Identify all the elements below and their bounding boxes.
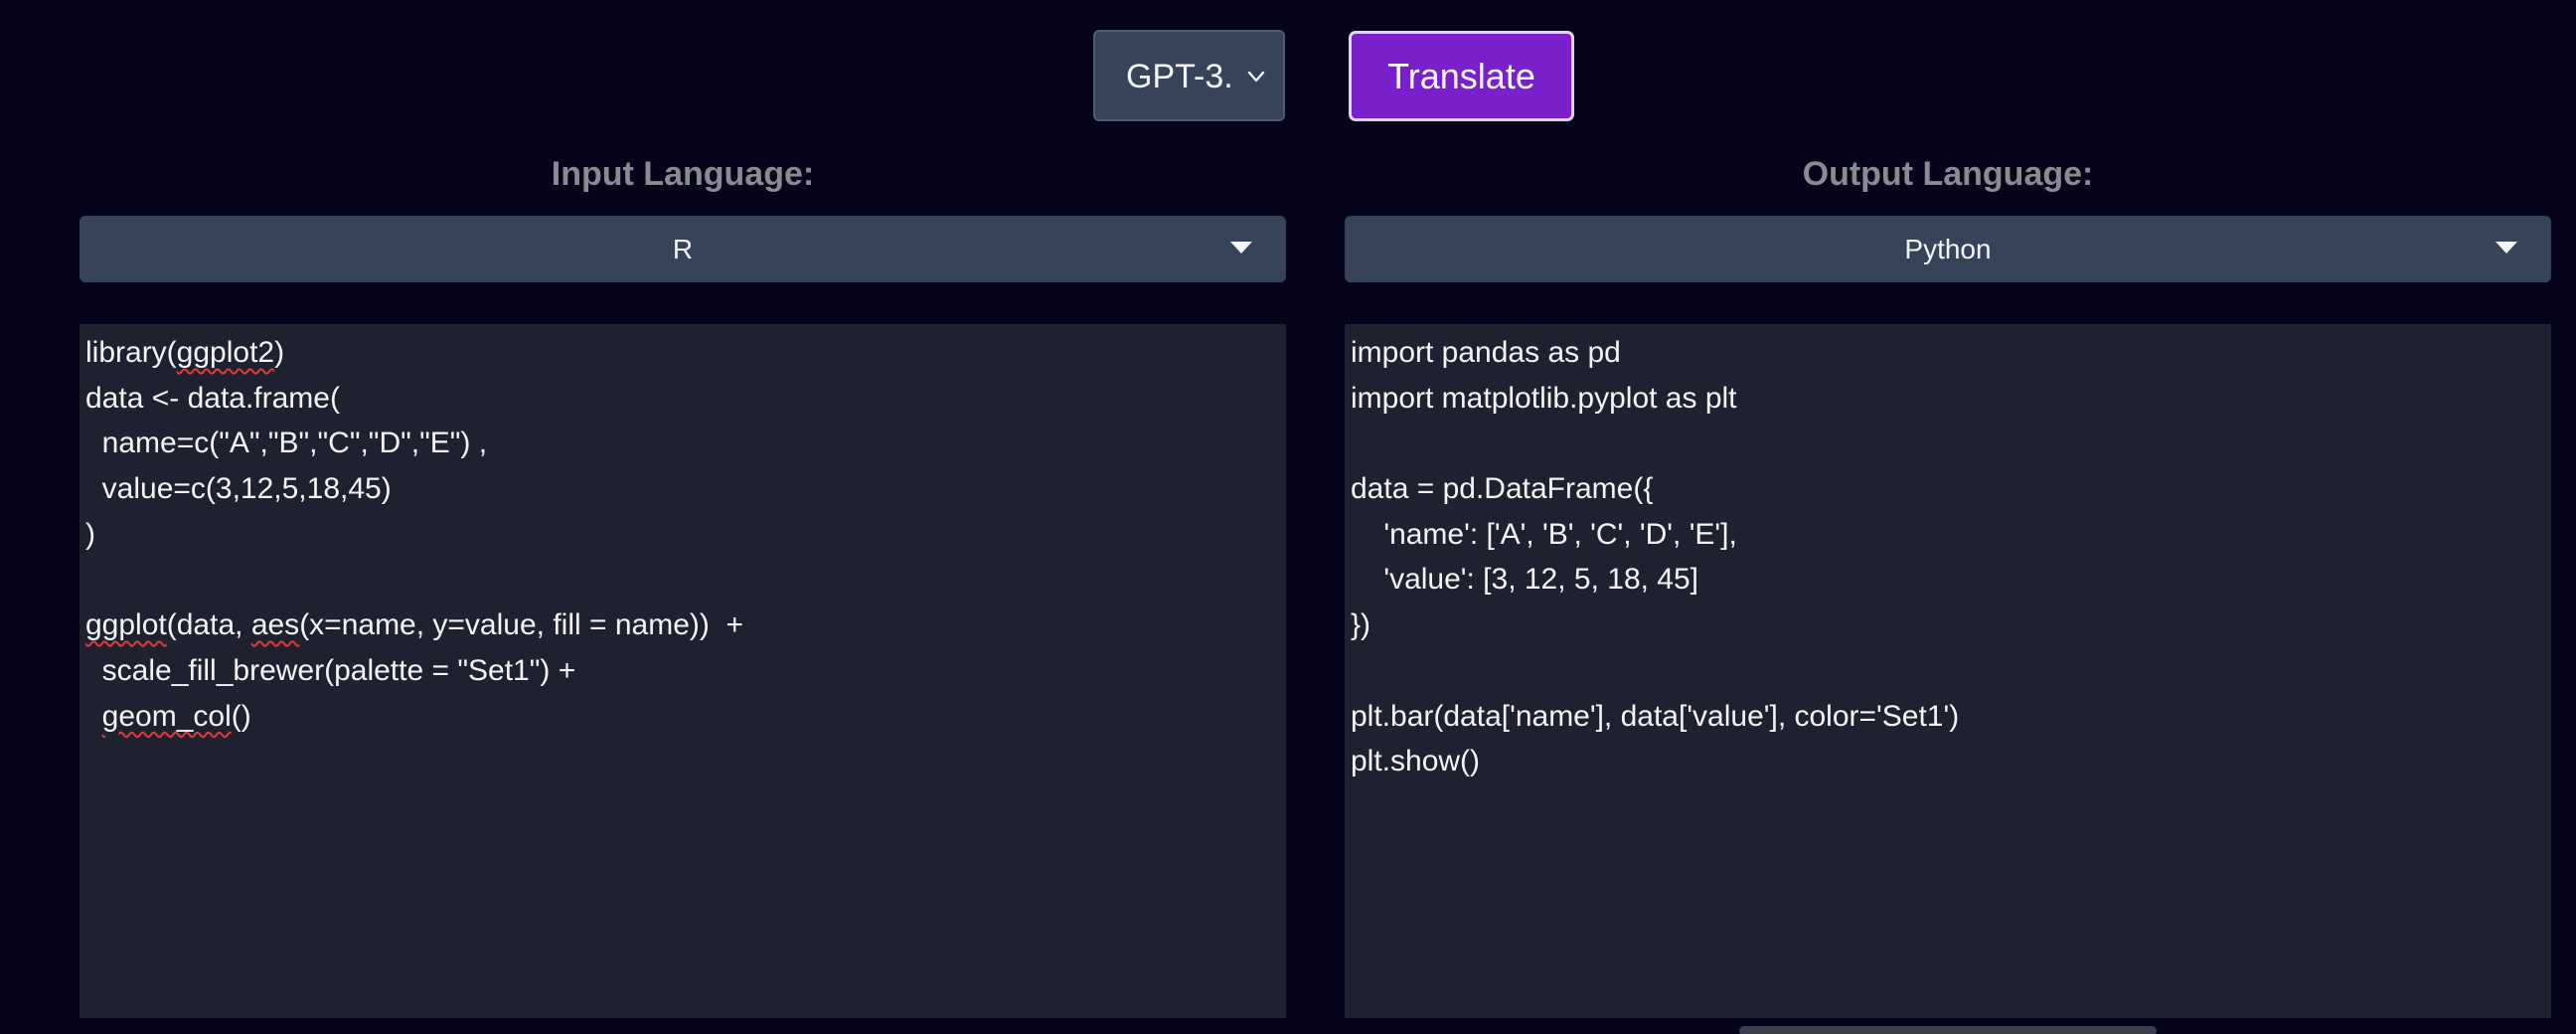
output-code-display: import pandas as pd import matplotlib.pyp… (1345, 324, 2551, 1018)
code-line: 'value': [3, 12, 5, 18, 45] (1351, 557, 2551, 603)
code-line: data <- data.frame( (85, 376, 1286, 422)
input-language-value: R (672, 234, 694, 264)
code-line: geom_col() (85, 694, 1286, 740)
code-text: data <- data.frame( (85, 381, 340, 415)
code-line: import pandas as pd (1351, 330, 2551, 376)
model-select-value: GPT-3. (1126, 58, 1233, 95)
code-line: data = pd.DataFrame({ (1351, 466, 2551, 512)
code-line: scale_fill_brewer(palette = "Set1") + (85, 648, 1286, 694)
chevron-down-icon (1247, 71, 1265, 83)
caret-down-icon (2496, 242, 2517, 254)
code-text: (x=name, y=value, fill = name)) + (299, 608, 744, 642)
code-text: name=c("A","B","C","D","E") , (85, 427, 488, 460)
code-line: plt.bar(data['name'], data['value'], col… (1351, 694, 2551, 740)
code-line: value=c(3,12,5,18,45) (85, 466, 1286, 512)
code-text: plt.bar(data['name'], data['value'], col… (1351, 699, 1960, 733)
input-language-label: Input Language: (551, 155, 815, 193)
code-text: value=c(3,12,5,18,45) (85, 472, 392, 506)
output-language-label: Output Language: (1802, 155, 2094, 193)
spellcheck-word: ggplot2 (176, 336, 275, 369)
code-text: () (231, 699, 251, 733)
code-text: import pandas as pd (1351, 336, 1621, 369)
input-language-select[interactable]: R (80, 216, 1286, 282)
code-text: scale_fill_brewer(palette = "Set1") + (85, 653, 576, 687)
code-line: ggplot(data, aes(x=name, y=value, fill =… (85, 603, 1286, 648)
code-text: data = pd.DataFrame({ (1351, 472, 1654, 506)
code-text: ) (85, 517, 95, 551)
model-select[interactable]: GPT-3. (1093, 30, 1285, 121)
spellcheck-word: geom_col (101, 699, 232, 733)
code-line: import matplotlib.pyplot as plt (1351, 376, 2551, 422)
code-line: library(ggplot2) (85, 330, 1286, 376)
horizontal-scrollbar[interactable] (1739, 1026, 2157, 1034)
caret-down-icon (1230, 242, 1252, 254)
code-text: 'value': [3, 12, 5, 18, 45] (1351, 563, 1699, 597)
output-language-value: Python (1904, 234, 1992, 264)
code-text: 'name': ['A', 'B', 'C', 'D', 'E'], (1351, 517, 1737, 551)
translate-button[interactable]: Translate (1349, 31, 1574, 121)
code-text: (data, (166, 608, 251, 642)
code-text: import matplotlib.pyplot as plt (1351, 381, 1737, 415)
spellcheck-word: aes (250, 608, 300, 642)
code-line: name=c("A","B","C","D","E") , (85, 421, 1286, 466)
code-line: }) (1351, 603, 2551, 648)
code-text: }) (1351, 608, 1371, 642)
input-code-editor[interactable]: library(ggplot2) data <- data.frame( name… (80, 324, 1286, 1018)
code-text: plt.show() (1351, 745, 1481, 778)
code-text: ) (274, 336, 285, 369)
code-line: 'name': ['A', 'B', 'C', 'D', 'E'], (1351, 512, 2551, 558)
code-line: plt.show() (1351, 739, 2551, 784)
code-line: ) (85, 512, 1286, 558)
code-translator-page: GPT-3. Translate Input Language: Output … (0, 0, 2576, 1034)
code-text: library( (85, 336, 177, 369)
output-language-select[interactable]: Python (1345, 216, 2551, 282)
spellcheck-word: ggplot (85, 608, 167, 642)
